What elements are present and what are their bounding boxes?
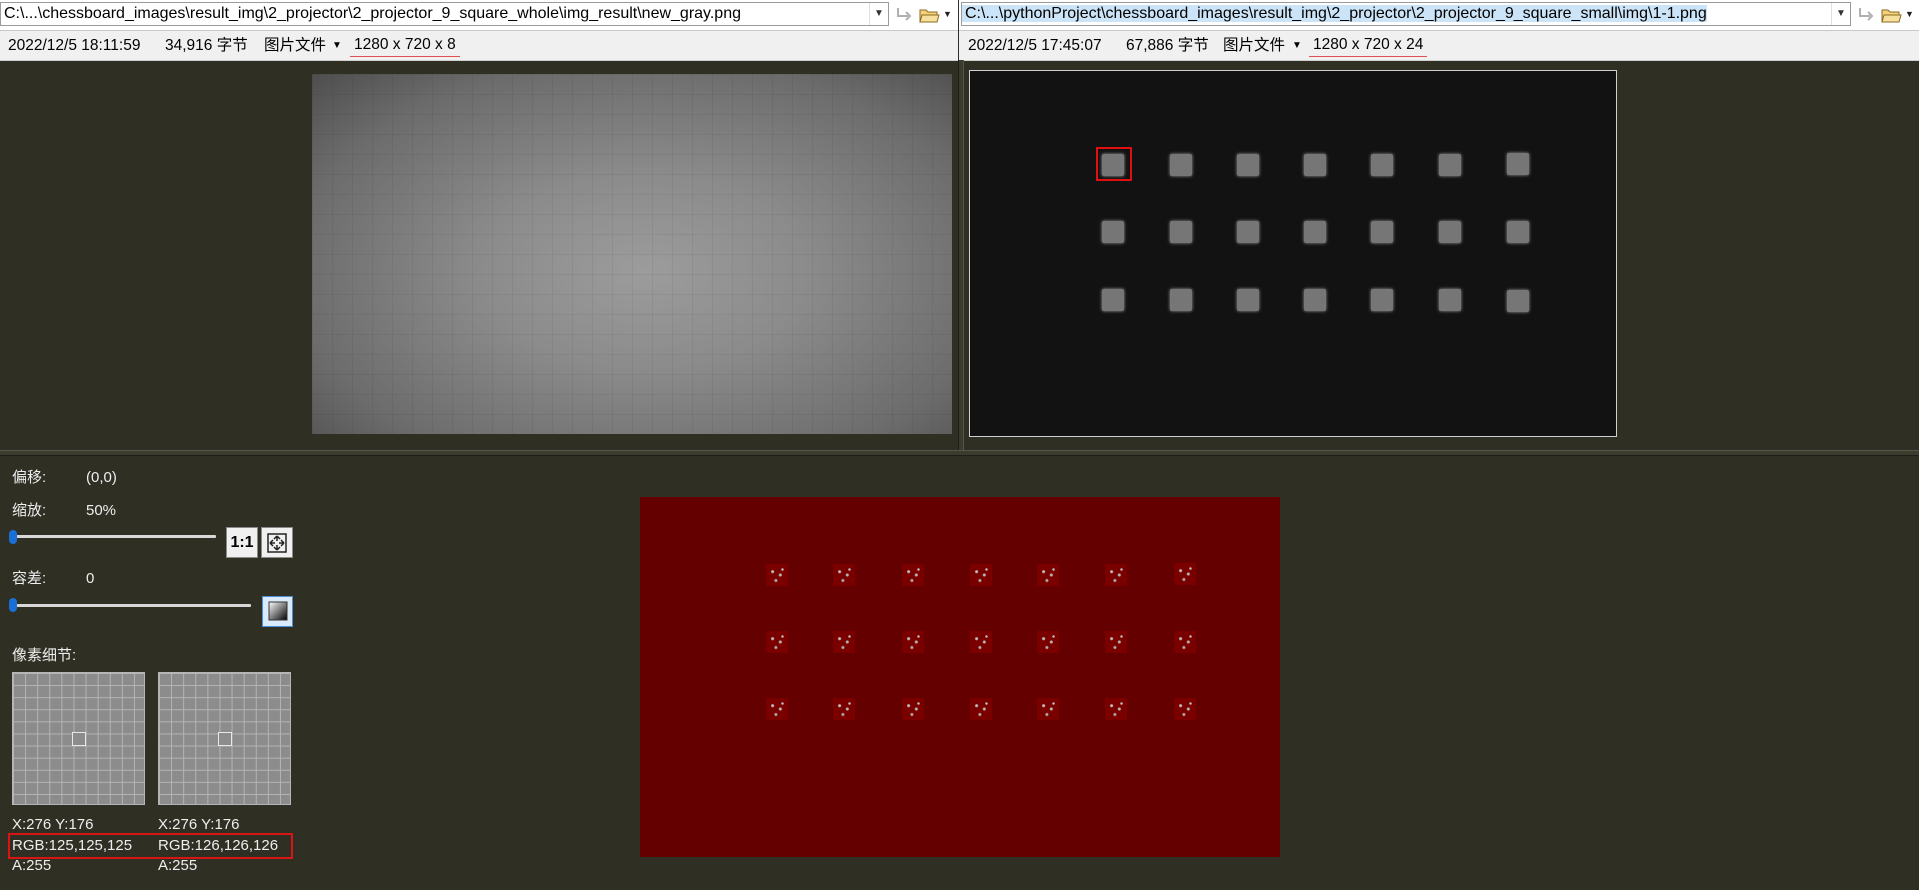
left-pixel-alpha: A:255 (12, 857, 52, 874)
tolerance-slider-thumb[interactable] (9, 598, 17, 612)
zoom-slider-thumb[interactable] (9, 530, 17, 544)
fit-to-window-icon (267, 533, 287, 553)
diff-blob (902, 698, 924, 720)
left-path-text: C:\...\chessboard_images\result_img\2_pr… (4, 5, 741, 22)
zoom-slider-track[interactable] (12, 535, 216, 538)
right-filetype[interactable]: 图片文件 (1223, 31, 1285, 60)
diff-blob (1105, 564, 1127, 586)
square-marker (1507, 221, 1529, 243)
square-marker (1237, 154, 1259, 176)
square-marker (1371, 221, 1393, 243)
right-image-preview[interactable] (969, 70, 1617, 437)
diff-blob (970, 631, 992, 653)
diff-blob (1037, 564, 1059, 586)
offset-label: 偏移: (12, 469, 47, 486)
diff-blob (1037, 698, 1059, 720)
diff-blob (1174, 698, 1196, 720)
diff-blob (1037, 631, 1059, 653)
filetype-dropdown-icon[interactable]: ▼ (332, 31, 342, 60)
diff-blob (833, 631, 855, 653)
square-marker (1170, 154, 1192, 176)
offset-value: (0,0) (86, 469, 117, 486)
filetype-dropdown-icon[interactable]: ▼ (1292, 31, 1302, 60)
swap-icon[interactable] (1855, 4, 1877, 26)
square-marker (1304, 221, 1326, 243)
right-path-dropdown-icon[interactable]: ▼ (1831, 3, 1850, 25)
square-marker (1102, 221, 1124, 243)
zoom-label: 缩放: (12, 502, 47, 519)
right-datetime: 2022/12/5 17:45:07 (968, 37, 1102, 54)
left-dimensions: 1280 x 720 x 8 (350, 34, 460, 57)
diff-blob (833, 698, 855, 720)
tolerance-toggle-button[interactable] (262, 596, 293, 627)
square-marker (1507, 290, 1529, 312)
folder-dropdown-icon[interactable]: ▼ (943, 9, 952, 19)
right-path-combobox[interactable]: C:\...\pythonProject\chessboard_images\r… (961, 2, 1851, 26)
left-pixel-cursor (72, 732, 86, 746)
horizontal-splitter[interactable] (0, 450, 1919, 456)
tolerance-label: 容差: (12, 570, 47, 587)
left-path-dropdown-icon[interactable]: ▼ (869, 3, 888, 25)
square-marker (1439, 289, 1461, 311)
left-path-combobox[interactable]: C:\...\chessboard_images\result_img\2_pr… (0, 2, 889, 26)
tolerance-value: 0 (86, 570, 95, 587)
swap-icon[interactable] (893, 4, 915, 26)
left-datetime: 2022/12/5 18:11:59 (8, 37, 141, 54)
zoom-value: 50% (86, 502, 117, 519)
right-pixel-cursor (218, 732, 232, 746)
square-marker (1170, 221, 1192, 243)
right-pixel-alpha: A:255 (158, 857, 198, 874)
tolerance-slider-track[interactable] (12, 604, 251, 607)
left-image-grid-overlay (312, 74, 952, 434)
square-marker (1507, 153, 1529, 175)
left-filesize: 34,916 字节 (165, 37, 248, 54)
fit-to-window-button[interactable] (261, 527, 293, 558)
vertical-splitter[interactable] (958, 60, 964, 450)
square-marker (1304, 154, 1326, 176)
right-filesize: 67,886 字节 (1126, 37, 1209, 54)
diff-blob (766, 631, 788, 653)
square-marker (1371, 154, 1393, 176)
diff-blob (1105, 698, 1127, 720)
diff-blob (902, 631, 924, 653)
pixel-detail-label: 像素细节: (12, 647, 77, 664)
left-path-bar: C:\...\chessboard_images\result_img\2_pr… (0, 0, 958, 31)
diff-blob (833, 564, 855, 586)
folder-open-icon[interactable] (1880, 4, 1902, 26)
folder-dropdown-icon[interactable]: ▼ (1905, 9, 1914, 19)
diff-blob (1105, 631, 1127, 653)
diff-blob (1174, 631, 1196, 653)
right-pixel-xy: X:276 Y:176 (158, 816, 240, 833)
difference-image[interactable] (640, 497, 1280, 857)
diff-blob (970, 698, 992, 720)
square-marker (1439, 154, 1461, 176)
square-marker (1237, 289, 1259, 311)
square-marker (1439, 221, 1461, 243)
diff-blob (766, 564, 788, 586)
folder-open-icon[interactable] (918, 4, 940, 26)
right-path-bar: C:\...\pythonProject\chessboard_images\r… (959, 0, 1919, 31)
right-info-bar: 2022/12/5 17:45:07 67,886 字节 图片文件 ▼ 1280… (959, 31, 1919, 61)
square-marker (1102, 289, 1124, 311)
left-pixel-xy: X:276 Y:176 (12, 816, 94, 833)
pixel-selection-marker (1096, 147, 1132, 181)
right-dimensions: 1280 x 720 x 24 (1309, 34, 1428, 57)
square-marker (1304, 289, 1326, 311)
square-marker (1170, 289, 1192, 311)
diff-blob (1174, 563, 1196, 585)
rgb-highlight-frame (8, 833, 293, 859)
diff-blob (970, 564, 992, 586)
square-marker (1237, 221, 1259, 243)
diff-blob (902, 564, 924, 586)
actual-size-button[interactable]: 1:1 (226, 527, 258, 558)
square-marker (1371, 289, 1393, 311)
left-info-bar: 2022/12/5 18:11:59 34,916 字节 图片文件 ▼ 1280… (0, 31, 958, 61)
right-path-text: C:\...\pythonProject\chessboard_images\r… (962, 5, 1707, 22)
left-filetype[interactable]: 图片文件 (264, 31, 326, 60)
tolerance-toggle-icon (268, 601, 287, 621)
diff-blob (766, 698, 788, 720)
